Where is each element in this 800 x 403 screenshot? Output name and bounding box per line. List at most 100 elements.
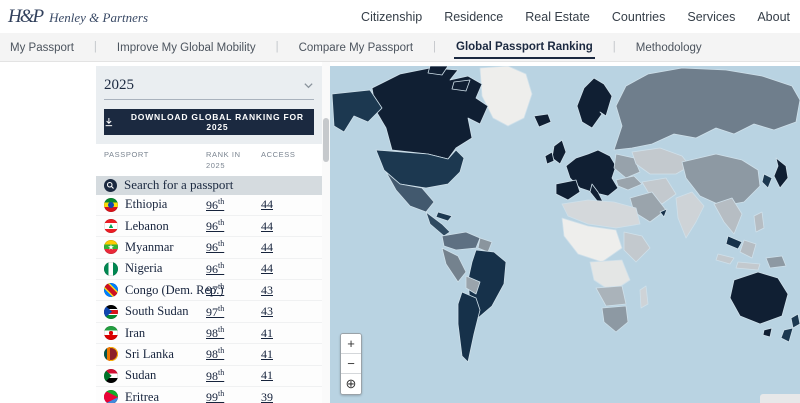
- country-name: Eritrea: [125, 390, 159, 403]
- map-region-chile-argentina[interactable]: [458, 292, 480, 362]
- access-link[interactable]: 43: [261, 304, 314, 319]
- map-region-canada[interactable]: [372, 68, 488, 159]
- table-header: PASSPORT RANK IN 2025 ACCESS: [96, 144, 322, 176]
- table-row[interactable]: Myanmar 96th 44: [96, 237, 322, 258]
- map-region-papua[interactable]: [766, 256, 786, 268]
- panel-scrollbar[interactable]: [322, 62, 330, 403]
- map-region-peru[interactable]: [442, 248, 466, 282]
- access-link[interactable]: 44: [261, 219, 314, 234]
- country-name: Iran: [125, 326, 145, 341]
- tab-global-passport-ranking[interactable]: Global Passport Ranking: [454, 35, 595, 59]
- passport-search[interactable]: Search for a passport: [96, 176, 322, 195]
- map-region-australia[interactable]: [730, 272, 788, 324]
- nav-residence[interactable]: Residence: [444, 10, 503, 24]
- map-region-colombia-venezuela[interactable]: [442, 232, 480, 250]
- nav-about[interactable]: About: [757, 10, 790, 24]
- map-region-scandinavia[interactable]: [577, 78, 612, 128]
- map-region-south-korea[interactable]: [762, 174, 772, 188]
- access-link[interactable]: 44: [261, 240, 314, 255]
- logo-name: Henley & Partners: [49, 10, 148, 26]
- logo-monogram: H&P: [8, 6, 42, 28]
- tab-compare-my-passport[interactable]: Compare My Passport: [297, 36, 415, 58]
- map-region-malaysia[interactable]: [726, 236, 742, 249]
- map-region-philippines[interactable]: [754, 212, 764, 232]
- table-row[interactable]: Ethiopia 96th 44: [96, 195, 322, 216]
- ranking-panel: 2025 DOWNLOAD GLOBAL RANKING FOR 2025 PA…: [96, 66, 322, 403]
- access-link[interactable]: 41: [261, 326, 314, 341]
- table-row[interactable]: Eritrea 99th 39: [96, 387, 322, 403]
- rank-link[interactable]: 97th: [206, 282, 261, 298]
- rank-link[interactable]: 96th: [206, 261, 261, 277]
- map-region-india[interactable]: [676, 192, 704, 238]
- map-region-turkey[interactable]: [616, 176, 642, 190]
- map-region-caribbean[interactable]: [436, 212, 452, 221]
- access-link[interactable]: 41: [261, 368, 314, 383]
- map-region-indonesia[interactable]: [716, 254, 734, 264]
- tab-improve-my-global-mobility[interactable]: Improve My Global Mobility: [115, 36, 258, 58]
- map-region-indonesia-east[interactable]: [736, 262, 760, 270]
- map-region-madagascar[interactable]: [640, 286, 648, 308]
- download-ranking-button[interactable]: DOWNLOAD GLOBAL RANKING FOR 2025: [104, 109, 314, 135]
- world-map[interactable]: [330, 66, 800, 403]
- access-link[interactable]: 44: [261, 261, 314, 276]
- globe-reset-button[interactable]: ⊕: [341, 374, 361, 394]
- column-access: ACCESS: [261, 149, 314, 172]
- rank-link[interactable]: 98th: [206, 346, 261, 362]
- world-map-container: + − ⊕: [330, 66, 800, 403]
- table-row[interactable]: Congo (Dem. Rep.) 97th 43: [96, 280, 322, 301]
- row-passport-cell: Ethiopia: [104, 197, 206, 212]
- tab-methodology[interactable]: Methodology: [634, 36, 704, 58]
- table-row[interactable]: Sri Lanka 98th 41: [96, 344, 322, 365]
- map-region-south-africa[interactable]: [602, 306, 628, 332]
- map-region-borneo[interactable]: [740, 240, 756, 258]
- nav-countries[interactable]: Countries: [612, 10, 666, 24]
- column-passport: PASSPORT: [104, 149, 206, 172]
- nav-services[interactable]: Services: [687, 10, 735, 24]
- map-region-new-zealand-north[interactable]: [791, 314, 800, 328]
- access-link[interactable]: 41: [261, 347, 314, 362]
- main-content: 2025 DOWNLOAD GLOBAL RANKING FOR 2025 PA…: [0, 62, 800, 403]
- table-row[interactable]: Iran 98th 41: [96, 323, 322, 344]
- rank-link[interactable]: 98th: [206, 325, 261, 341]
- map-region-horn-of-africa[interactable]: [624, 232, 650, 262]
- access-link[interactable]: 39: [261, 390, 314, 403]
- table-row[interactable]: Sudan 98th 41: [96, 366, 322, 387]
- rank-link[interactable]: 96th: [206, 197, 261, 213]
- zoom-in-button[interactable]: +: [341, 334, 361, 354]
- map-region-usa[interactable]: [376, 150, 464, 188]
- access-link[interactable]: 44: [261, 197, 314, 212]
- map-region-iceland[interactable]: [534, 114, 551, 127]
- table-row[interactable]: Lebanon 96th 44: [96, 216, 322, 237]
- map-region-new-zealand-south[interactable]: [781, 328, 793, 342]
- map-region-russia[interactable]: [614, 68, 800, 150]
- table-row[interactable]: South Sudan 97th 43: [96, 301, 322, 322]
- nav-real-estate[interactable]: Real Estate: [525, 10, 590, 24]
- map-region-iberia[interactable]: [556, 180, 580, 200]
- table-row[interactable]: Nigeria 96th 44: [96, 259, 322, 280]
- rank-link[interactable]: 98th: [206, 368, 261, 384]
- map-region-alaska[interactable]: [332, 90, 382, 132]
- map-region-tasmania[interactable]: [763, 328, 772, 337]
- nav-citizenship[interactable]: Citizenship: [361, 10, 422, 24]
- subnav-divider: |: [613, 41, 616, 53]
- zoom-out-button[interactable]: −: [341, 354, 361, 374]
- country-flag-icon: [104, 305, 118, 319]
- tab-my-passport[interactable]: My Passport: [8, 36, 76, 58]
- map-controls: + − ⊕: [340, 333, 362, 395]
- panel-scrollbar-thumb[interactable]: [323, 118, 329, 162]
- access-link[interactable]: 43: [261, 283, 314, 298]
- rank-link[interactable]: 96th: [206, 218, 261, 234]
- year-select[interactable]: 2025: [104, 72, 314, 100]
- country-name: Lebanon: [125, 219, 169, 234]
- henley-partners-logo[interactable]: H&P Henley & Partners: [8, 6, 148, 28]
- map-region-central-asia[interactable]: [632, 148, 690, 174]
- rank-link[interactable]: 99th: [206, 389, 261, 403]
- map-region-greenland[interactable]: [480, 66, 532, 126]
- map-region-guyanas[interactable]: [478, 238, 492, 252]
- map-region-ireland[interactable]: [545, 152, 554, 164]
- rank-link[interactable]: 97th: [206, 304, 261, 320]
- map-region-japan[interactable]: [774, 158, 788, 188]
- rank-value: 99: [206, 390, 218, 403]
- rank-link[interactable]: 96th: [206, 239, 261, 255]
- map-region-angola-zambia[interactable]: [596, 286, 626, 306]
